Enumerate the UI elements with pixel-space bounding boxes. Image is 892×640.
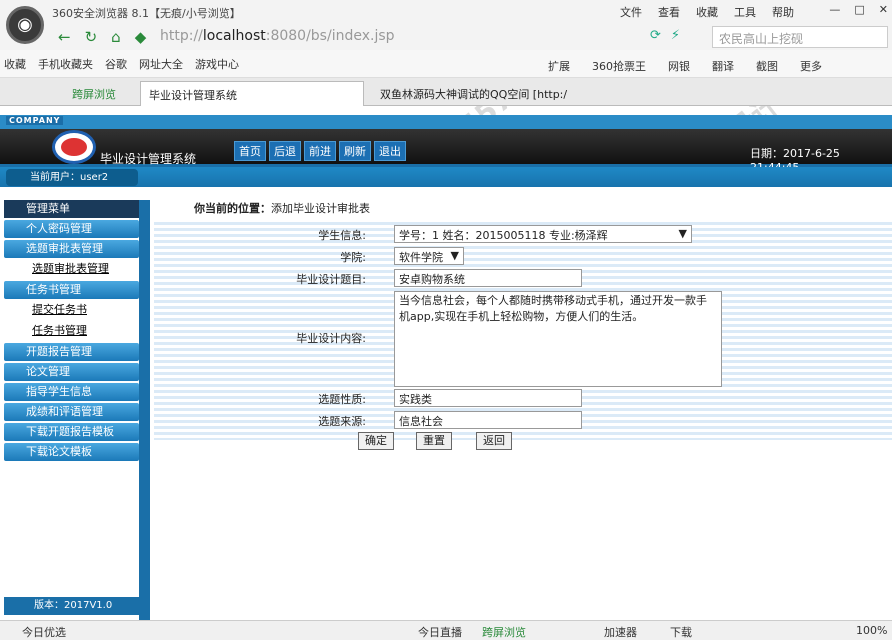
menu-help[interactable]: 帮助 bbox=[772, 4, 794, 20]
user-bar: 当前用户：user2 bbox=[0, 167, 892, 187]
school-logo-icon bbox=[52, 130, 96, 164]
status-item[interactable]: 加速器 bbox=[604, 624, 637, 640]
sidebar-section[interactable]: 成绩和评语管理 bbox=[4, 403, 139, 421]
refresh-icon[interactable]: ↻ bbox=[85, 28, 98, 46]
breadcrumb: 你当前的位置：添加毕业设计审批表 bbox=[154, 200, 892, 218]
close-icon[interactable]: ✕ bbox=[879, 3, 888, 16]
home-button[interactable]: 首页 bbox=[234, 141, 266, 161]
toolbar-item[interactable]: 截图 bbox=[756, 58, 778, 74]
current-user: 当前用户：user2 bbox=[6, 169, 138, 186]
app-header: 毕业设计管理系统 首页 后退 前进 刷新 退出 日期：2017-6-25 21:… bbox=[0, 129, 892, 174]
back-button[interactable]: 返回 bbox=[476, 432, 512, 450]
zoom-level[interactable]: 100% bbox=[856, 624, 887, 637]
status-item[interactable]: 今日直播 bbox=[418, 624, 462, 640]
tab-active[interactable]: 毕业设计管理系统 bbox=[140, 81, 364, 106]
sidebar-section[interactable]: 选题审批表管理 bbox=[4, 240, 139, 258]
sidebar-splitter[interactable] bbox=[140, 200, 150, 620]
address-bar: ← ↻ ⌂ ◆ http://localhost:8080/bs/index.jsp … bbox=[0, 24, 892, 50]
sidebar-section[interactable]: 指导学生信息 bbox=[4, 383, 139, 401]
status-bar: 今日优选 今日直播 跨屏浏览 加速器 下载 100% bbox=[0, 620, 892, 640]
reset-button[interactable]: 重置 bbox=[416, 432, 452, 450]
browser-titlebar: 360安全浏览器 8.1【无痕/小号浏览】 文件 查看 收藏 工具 帮助 — □ ✕ bbox=[0, 0, 892, 24]
source-input[interactable]: 信息社会 bbox=[394, 411, 582, 429]
favorites-bar: 收藏 手机收藏夹 谷歌 网址大全 游戏中心 扩展 360抢票王 网银 翻译 截图… bbox=[0, 50, 892, 78]
system-name: 毕业设计管理系统 bbox=[100, 152, 197, 166]
lightning-icon[interactable]: ⚡ bbox=[671, 28, 680, 43]
sidebar: 管理菜单 个人密码管理 选题审批表管理 选题审批表管理 任务书管理 提交任务书 … bbox=[4, 200, 140, 620]
logout-button[interactable]: 退出 bbox=[374, 141, 406, 161]
menu-view[interactable]: 查看 bbox=[658, 4, 680, 20]
college-select[interactable]: 软件学院 ▼ bbox=[394, 247, 464, 265]
menu-tools[interactable]: 工具 bbox=[734, 4, 756, 20]
home-icon[interactable]: ⌂ bbox=[111, 28, 121, 46]
nature-label: 选题性质: bbox=[318, 393, 366, 406]
student-select[interactable]: 学号：1 姓名：2015005118 专业:杨泽辉 ▼ bbox=[394, 225, 692, 243]
menu-file[interactable]: 文件 bbox=[620, 4, 642, 20]
fav-item[interactable]: 游戏中心 bbox=[195, 56, 239, 72]
minimize-icon[interactable]: — bbox=[829, 3, 840, 16]
student-label: 学生信息: bbox=[318, 229, 366, 242]
toolbar-item[interactable]: 网银 bbox=[668, 58, 690, 74]
status-left[interactable]: 今日优选 bbox=[22, 624, 66, 640]
url-field[interactable]: http://localhost:8080/bs/index.jsp bbox=[160, 28, 395, 44]
sidebar-link[interactable]: 提交任务书 bbox=[4, 299, 139, 320]
sidebar-section[interactable]: 论文管理 bbox=[4, 363, 139, 381]
sidebar-section[interactable]: 下载开题报告模板 bbox=[4, 423, 139, 441]
version-label: 版本：2017V1.0 bbox=[4, 597, 140, 615]
browser-logo-icon: ◉ bbox=[6, 6, 44, 44]
college-label: 学院: bbox=[340, 251, 366, 264]
toolbar-item[interactable]: 更多 bbox=[800, 58, 822, 74]
nature-input[interactable]: 实践类 bbox=[394, 389, 582, 407]
ok-button[interactable]: 确定 bbox=[358, 432, 394, 450]
source-label: 选题来源: bbox=[318, 415, 366, 428]
toolbar-item[interactable]: 扩展 bbox=[548, 58, 570, 74]
sidebar-section[interactable]: 下载论文模板 bbox=[4, 443, 139, 461]
sidebar-link[interactable]: 选题审批表管理 bbox=[4, 258, 139, 279]
back-button[interactable]: 后退 bbox=[269, 141, 301, 161]
tab-cross-screen[interactable]: 跨屏浏览 bbox=[64, 81, 124, 106]
back-icon[interactable]: ← bbox=[58, 28, 71, 46]
topic-input[interactable]: 安卓购物系统 bbox=[394, 269, 582, 287]
sidebar-section[interactable]: 个人密码管理 bbox=[4, 220, 139, 238]
fav-item[interactable]: 收藏 bbox=[4, 56, 26, 72]
sidebar-section[interactable]: 任务书管理 bbox=[4, 281, 139, 299]
fav-item[interactable]: 谷歌 bbox=[105, 56, 127, 72]
fav-item[interactable]: 手机收藏夹 bbox=[38, 56, 93, 72]
search-input[interactable]: 农民高山上挖砚 bbox=[712, 26, 888, 48]
content-label: 毕业设计内容: bbox=[296, 332, 366, 345]
company-strip: COMPANY bbox=[0, 115, 892, 129]
tab-qq-space[interactable]: 双鱼林源码大神调试的QQ空间 [http:/ bbox=[372, 81, 596, 106]
refresh-button[interactable]: 刷新 bbox=[339, 141, 371, 161]
content-textarea[interactable]: 当今信息社会，每个人都随时携带移动式手机，通过开发一款手机app,实现在手机上轻… bbox=[394, 291, 722, 387]
topic-label: 毕业设计题目: bbox=[296, 273, 366, 286]
status-item[interactable]: 跨屏浏览 bbox=[482, 624, 526, 640]
browser-title: 360安全浏览器 8.1【无痕/小号浏览】 bbox=[52, 7, 241, 20]
shield-icon: ◆ bbox=[134, 28, 147, 46]
toolbar-item[interactable]: 翻译 bbox=[712, 58, 734, 74]
sidebar-link[interactable]: 任务书管理 bbox=[4, 320, 139, 341]
status-item[interactable]: 下载 bbox=[670, 624, 692, 640]
menu-favorites[interactable]: 收藏 bbox=[696, 4, 718, 20]
approval-form: 学生信息: 学号：1 姓名：2015005118 专业:杨泽辉 ▼ 学院: 软件学… bbox=[154, 222, 892, 450]
refresh-icon[interactable]: ⟳ bbox=[650, 28, 661, 43]
fav-item[interactable]: 网址大全 bbox=[139, 56, 183, 72]
tab-bar: 跨屏浏览 毕业设计管理系统 双鱼林源码大神调试的QQ空间 [http:/ bbox=[0, 78, 892, 106]
toolbar-item[interactable]: 360抢票王 bbox=[592, 58, 646, 74]
forward-button[interactable]: 前进 bbox=[304, 141, 336, 161]
menu-title: 管理菜单 bbox=[4, 200, 139, 218]
sidebar-section[interactable]: 开题报告管理 bbox=[4, 343, 139, 361]
maximize-icon[interactable]: □ bbox=[854, 3, 864, 16]
